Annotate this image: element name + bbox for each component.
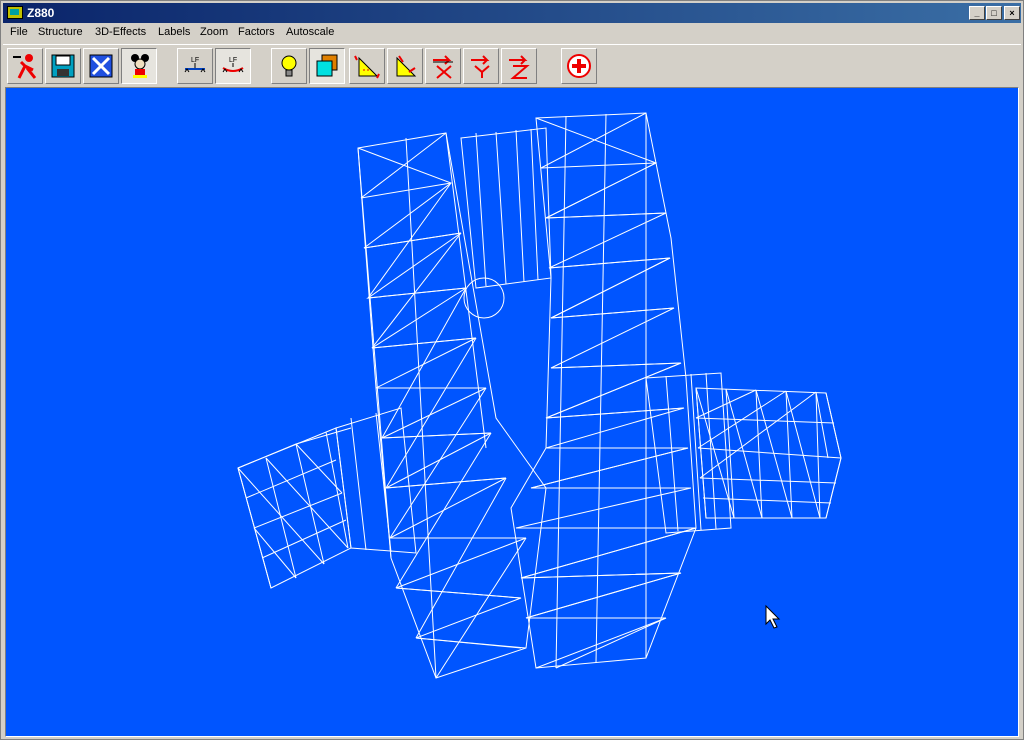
menu-structure[interactable]: Structure (38, 26, 83, 38)
mouse-cursor-icon (765, 604, 781, 629)
lightbulb-icon[interactable] (271, 48, 307, 84)
exit-runner-icon[interactable] (7, 48, 43, 84)
rotate-z-icon[interactable] (501, 48, 537, 84)
load-case-1-icon[interactable]: LF (177, 48, 213, 84)
app-window: Z880 _ □ × File Structure 3D-Effects Lab… (0, 0, 1024, 740)
menu-labels[interactable]: Labels (158, 26, 190, 38)
menu-bar: File Structure 3D-Effects Labels Zoom Fa… (3, 23, 1021, 42)
minimize-icon[interactable]: _ (969, 6, 985, 20)
plus-red-icon[interactable] (561, 48, 597, 84)
menu-3d-effects[interactable]: 3D-Effects (95, 26, 146, 38)
app-icon[interactable] (7, 6, 23, 19)
mascot-icon[interactable] (121, 48, 157, 84)
close-x-icon[interactable] (83, 48, 119, 84)
toolbar: LF LF (3, 44, 1021, 87)
title-bar[interactable]: Z880 _ □ × (3, 3, 1021, 23)
model-viewport[interactable] (5, 87, 1019, 737)
svg-text:LF: LF (229, 57, 237, 64)
menu-zoom[interactable]: Zoom (200, 26, 228, 38)
close-icon[interactable]: × (1004, 6, 1020, 20)
rotate-y-icon[interactable] (387, 48, 423, 84)
maximize-icon[interactable]: □ (986, 6, 1002, 20)
wireframe-crankshaft (237, 112, 842, 679)
load-case-2-icon[interactable]: LF (215, 48, 251, 84)
rotate-y2-icon[interactable] (463, 48, 499, 84)
window-title: Z880 (27, 6, 55, 20)
boxes-icon[interactable] (309, 48, 345, 84)
menu-autoscale[interactable]: Autoscale (286, 26, 334, 38)
menu-factors[interactable]: Factors (238, 26, 275, 38)
menu-file[interactable]: File (10, 26, 28, 38)
rotate-x-icon[interactable] (425, 48, 461, 84)
rotate-xy-icon[interactable] (349, 48, 385, 84)
svg-text:LF: LF (191, 57, 199, 64)
save-disk-icon[interactable] (45, 48, 81, 84)
